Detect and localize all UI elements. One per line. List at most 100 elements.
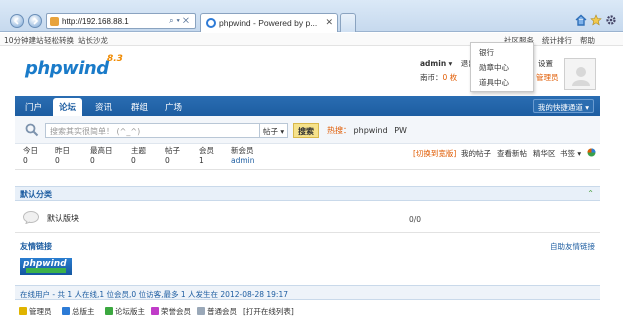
user-group-legend: 管理员 总版主 论坛版主 荣誉会员 普通会员 [打开在线列表] bbox=[15, 304, 600, 318]
menu-item-props[interactable]: 道具中心 bbox=[479, 77, 509, 88]
stat-value[interactable]: admin bbox=[231, 156, 255, 166]
nav-plaza[interactable]: 广场 bbox=[165, 96, 182, 116]
forward-arrow-icon bbox=[33, 17, 39, 25]
stat-value: 0 bbox=[55, 156, 60, 165]
user-menu-chevron-icon[interactable]: ▾ bbox=[446, 59, 453, 68]
address-text[interactable]: http://192.168.88.1 bbox=[62, 17, 129, 26]
close-tab-icon[interactable]: ✕ bbox=[325, 17, 333, 28]
site-logo[interactable]: phpwind 8.3 bbox=[25, 54, 135, 88]
chevron-down-icon: ▾ bbox=[278, 127, 285, 136]
back-arrow-icon bbox=[13, 17, 19, 25]
online-users-text: 在线用户 - 共 1 人在线,1 位会员,0 位访客,最多 1 人发生在 201… bbox=[20, 290, 288, 299]
nav-forum[interactable]: 论坛 bbox=[53, 98, 83, 116]
stat-yesterday: 昨日 0 bbox=[55, 146, 70, 166]
color-theme-icon[interactable] bbox=[587, 148, 596, 157]
self-service-links[interactable]: 自助友情链接 bbox=[550, 241, 595, 252]
legend-label: 普通会员 bbox=[207, 307, 237, 316]
forward-button[interactable] bbox=[28, 14, 42, 28]
chevron-down-icon: ▾ bbox=[582, 103, 589, 112]
bookmarks-label: 书签 bbox=[560, 149, 575, 158]
toplink-build-site[interactable]: 10分钟建站 bbox=[4, 35, 44, 46]
user-role: 管理员 bbox=[536, 73, 559, 82]
favorites-star-icon[interactable] bbox=[590, 14, 602, 26]
stat-value: 0 bbox=[165, 156, 170, 165]
forum-mod-badge-icon bbox=[105, 307, 113, 315]
credit-value: 0 枚 bbox=[442, 73, 458, 82]
stat-label: 今日 bbox=[23, 146, 38, 155]
logo-text: phpwind bbox=[25, 58, 109, 79]
address-controls-icon[interactable]: ⌕▾✕ bbox=[169, 16, 192, 26]
menu-item-medals[interactable]: 勋章中心 bbox=[479, 62, 509, 73]
toplink-help[interactable]: 帮助 bbox=[580, 35, 595, 46]
username[interactable]: admin bbox=[420, 59, 446, 68]
hot-search: 热搜： phpwind PW bbox=[327, 125, 407, 136]
avatar-placeholder-icon bbox=[572, 67, 590, 86]
address-bar[interactable]: http://192.168.88.1 ⌕▾✕ bbox=[46, 13, 196, 29]
friend-link-logo[interactable]: phpwind bbox=[20, 258, 72, 275]
hot-term[interactable]: PW bbox=[394, 126, 407, 135]
forum-row: 默认版块 0/0 bbox=[15, 203, 600, 233]
forum-counts: 0/0 bbox=[409, 215, 422, 224]
tab-title: phpwind - Powered by p... bbox=[219, 18, 318, 28]
legend-forum-mod: 论坛版主 bbox=[105, 306, 145, 317]
friend-logo-stripe bbox=[26, 268, 66, 273]
toplink-easy-convert[interactable]: 轻松转换 bbox=[44, 35, 74, 46]
collapse-icon[interactable]: ⌃ bbox=[587, 189, 594, 198]
nav-portal[interactable]: 门户 bbox=[25, 96, 42, 116]
quick-access-button[interactable]: 我的快捷通道 ▾ bbox=[532, 99, 594, 113]
search-icon bbox=[25, 123, 39, 137]
friend-links-title: 友情链接 bbox=[20, 242, 52, 251]
toplink-rankings[interactable]: 统计排行 bbox=[542, 35, 572, 46]
my-posts-link[interactable]: 我的帖子 bbox=[461, 148, 491, 159]
new-posts-link[interactable]: 查看新帖 bbox=[497, 148, 527, 159]
super-mod-badge-icon bbox=[62, 307, 70, 315]
stat-highest-day: 最高日 0 bbox=[90, 146, 113, 166]
nav-news[interactable]: 资讯 bbox=[95, 96, 112, 116]
forum-stats: 今日 0 昨日 0 最高日 0 主题 0 帖子 0 会员 1 新会员 admin [切换到宽版… bbox=[15, 146, 600, 170]
stat-value: 0 bbox=[23, 156, 28, 165]
online-users-bar: 在线用户 - 共 1 人在线,1 位会员,0 位访客,最多 1 人发生在 201… bbox=[15, 285, 600, 300]
legend-normal-member: 普通会员 bbox=[197, 306, 237, 317]
hot-term[interactable]: phpwind bbox=[354, 126, 388, 135]
forum-name[interactable]: 默认版块 bbox=[47, 213, 79, 224]
legend-super-mod: 总版主 bbox=[62, 306, 95, 317]
legend-admin: 管理员 bbox=[19, 306, 52, 317]
stat-value: 0 bbox=[131, 156, 136, 165]
search-bar: 搜索其实很简单！ (^_^) 帖子 ▾ 搜索 热搜： phpwind PW bbox=[15, 116, 600, 144]
bookmarks-link[interactable]: 书签 ▾ bbox=[560, 148, 581, 159]
stat-value: 0 bbox=[90, 156, 95, 165]
browser-toolbar: http://192.168.88.1 ⌕▾✕ phpwind - Powere… bbox=[0, 0, 623, 32]
main-nav: 门户 论坛 资讯 群组 广场 我的快捷通道 ▾ bbox=[15, 96, 600, 116]
forum-bubble-icon bbox=[23, 211, 39, 224]
gear-icon[interactable] bbox=[605, 14, 617, 26]
stat-label: 会员 bbox=[199, 146, 214, 155]
search-button[interactable]: 搜索 bbox=[293, 123, 319, 138]
stat-new-member: 新会员 admin bbox=[231, 146, 255, 166]
search-input[interactable]: 搜索其实很简单！ (^_^) bbox=[45, 123, 273, 138]
admin-badge-icon bbox=[19, 307, 27, 315]
settings-link[interactable]: 设置 bbox=[538, 58, 553, 69]
open-online-list-link[interactable]: [打开在线列表] bbox=[243, 306, 294, 317]
nav-groups[interactable]: 群组 bbox=[131, 96, 148, 116]
switch-wide-link[interactable]: [切换到宽版] bbox=[413, 148, 456, 159]
credit-label: 南币： bbox=[420, 73, 443, 82]
legend-label: 总版主 bbox=[72, 307, 95, 316]
avatar[interactable] bbox=[564, 58, 596, 90]
stat-label: 新会员 bbox=[231, 146, 254, 155]
stat-label: 主题 bbox=[131, 146, 146, 155]
stat-members: 会员 1 bbox=[199, 146, 214, 166]
tab-phpwind[interactable]: phpwind - Powered by p... ✕ bbox=[200, 13, 338, 32]
menu-item-bank[interactable]: 银行 bbox=[479, 47, 494, 58]
stat-label: 昨日 bbox=[55, 146, 70, 155]
search-type-value: 帖子 bbox=[263, 127, 278, 136]
stat-value: 1 bbox=[199, 156, 204, 165]
new-tab-button[interactable] bbox=[340, 13, 356, 32]
section-title[interactable]: 默认分类 bbox=[20, 189, 52, 200]
home-icon[interactable] bbox=[575, 14, 587, 26]
back-button[interactable] bbox=[10, 14, 24, 28]
legend-label: 荣誉会员 bbox=[161, 307, 191, 316]
toplink-salon[interactable]: 站长沙龙 bbox=[78, 35, 108, 46]
search-type-select[interactable]: 帖子 ▾ bbox=[259, 123, 289, 138]
normal-member-badge-icon bbox=[197, 307, 205, 315]
elite-link[interactable]: 精华区 bbox=[533, 148, 556, 159]
